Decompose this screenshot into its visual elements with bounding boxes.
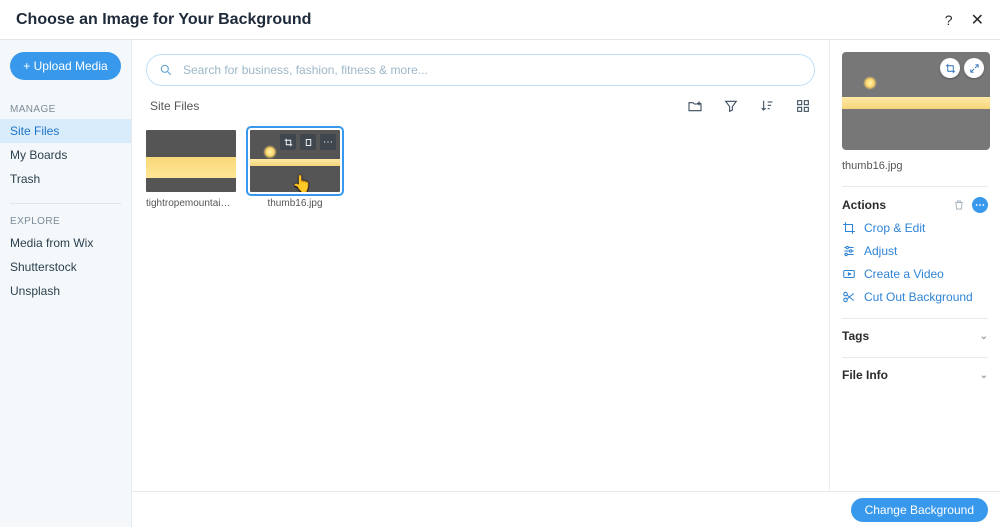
upload-media-button[interactable]: + Upload Media [10, 52, 121, 80]
scissors-icon [842, 290, 856, 304]
sidebar-item-unsplash[interactable]: Unsplash [0, 279, 131, 303]
thumbnail-caption: tightropemountains.jpg [146, 198, 236, 209]
sidebar-section-manage: MANAGE [0, 96, 131, 119]
more-actions-button[interactable]: ⋯ [972, 197, 988, 213]
files-toolbar: Site Files [132, 92, 829, 120]
help-icon[interactable]: ? [945, 12, 953, 28]
new-folder-icon[interactable] [687, 98, 703, 114]
preview-expand-button[interactable] [964, 58, 984, 78]
dialog-footer: Change Background [132, 491, 1000, 527]
main-panel: Site Files [132, 40, 830, 527]
thumbnail-image: ⋯ 👆 [250, 130, 340, 192]
sidebar-item-shutterstock[interactable]: Shutterstock [0, 255, 131, 279]
search-icon [159, 63, 173, 77]
search-input[interactable] [181, 62, 802, 78]
sort-icon[interactable] [759, 98, 775, 114]
sidebar-item-my-boards[interactable]: My Boards [0, 143, 131, 167]
grid-view-icon[interactable] [795, 98, 811, 114]
dialog-title: Choose an Image for Your Background [16, 11, 311, 29]
thumbnail-mini-actions: ⋯ [280, 134, 336, 150]
chevron-down-icon: ⌄ [980, 370, 988, 381]
action-cut-out-background[interactable]: Cut Out Background [842, 290, 988, 304]
thumbnail-image [146, 130, 236, 192]
filter-icon[interactable] [723, 98, 739, 114]
section-file-info: File Info ⌄ [842, 357, 988, 382]
actions-header-label: Actions [842, 198, 886, 212]
title-bar: Choose an Image for Your Background ? ✕ [0, 0, 1000, 40]
action-label: Cut Out Background [864, 290, 973, 304]
preview-crop-button[interactable] [940, 58, 960, 78]
action-label: Crop & Edit [864, 221, 925, 235]
preview-icon[interactable] [300, 134, 316, 150]
section-tags: Tags ⌄ [842, 318, 988, 343]
thumbnail-caption: thumb16.jpg [250, 198, 340, 209]
sidebar: + Upload Media MANAGE Site Files My Boar… [0, 40, 132, 527]
sidebar-item-trash[interactable]: Trash [0, 167, 131, 191]
tags-header-label: Tags [842, 329, 869, 343]
details-panel: thumb16.jpg Actions ⋯ [830, 40, 1000, 527]
change-background-button[interactable]: Change Background [851, 498, 988, 522]
delete-icon[interactable] [952, 198, 966, 212]
sidebar-item-site-files[interactable]: Site Files [0, 119, 131, 143]
fileinfo-header-label: File Info [842, 368, 888, 382]
file-grid: tightropemountains.jpg ⋯ 👆 [132, 120, 829, 219]
sliders-icon [842, 244, 856, 258]
action-create-video[interactable]: Create a Video [842, 267, 988, 281]
search-field[interactable] [146, 54, 815, 86]
sidebar-separator [10, 203, 121, 204]
crop-icon [842, 221, 856, 235]
title-actions: ? ✕ [945, 10, 984, 30]
search-wrap [132, 40, 829, 92]
action-label: Adjust [864, 244, 897, 258]
sidebar-item-media-from-wix[interactable]: Media from Wix [0, 231, 131, 255]
action-adjust[interactable]: Adjust [842, 244, 988, 258]
preview-image [842, 52, 990, 150]
action-crop-edit[interactable]: Crop & Edit [842, 221, 988, 235]
video-icon [842, 267, 856, 281]
cursor-pointer-icon: 👆 [292, 174, 312, 192]
more-icon[interactable]: ⋯ [320, 134, 336, 150]
crop-icon[interactable] [280, 134, 296, 150]
action-list: Crop & Edit Adjust Create a Video [842, 221, 988, 304]
section-actions: Actions ⋯ Crop & Edit [842, 186, 988, 304]
section-tags-head[interactable]: Tags ⌄ [842, 329, 988, 343]
breadcrumb[interactable]: Site Files [150, 99, 199, 113]
chevron-down-icon: ⌄ [980, 331, 988, 342]
section-actions-head: Actions ⋯ [842, 197, 988, 213]
file-thumbnail[interactable]: ⋯ 👆 thumb16.jpg [250, 130, 340, 209]
close-icon[interactable]: ✕ [971, 10, 984, 30]
dialog-body: + Upload Media MANAGE Site Files My Boar… [0, 40, 1000, 527]
file-thumbnail[interactable]: tightropemountains.jpg [146, 130, 236, 209]
section-file-info-head[interactable]: File Info ⌄ [842, 368, 988, 382]
detail-filename: thumb16.jpg [842, 160, 988, 172]
sidebar-section-explore: EXPLORE [0, 208, 131, 231]
action-label: Create a Video [864, 267, 944, 281]
